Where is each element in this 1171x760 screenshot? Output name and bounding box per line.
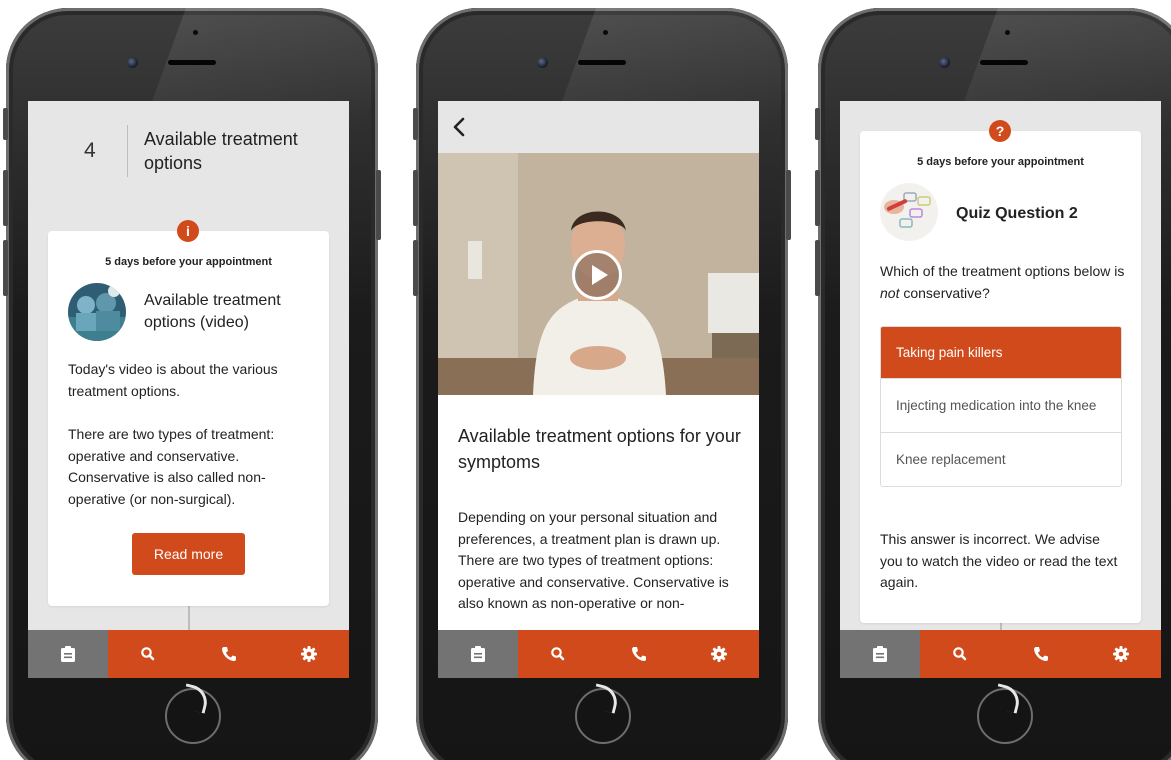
nav-phone[interactable] (1001, 630, 1081, 678)
video-player[interactable] (438, 153, 759, 395)
clipboard-icon (61, 646, 76, 662)
side-button (815, 108, 820, 140)
nav-phone[interactable] (599, 630, 679, 678)
gear-icon (1112, 646, 1129, 662)
card-paragraph: Today's video is about the various treat… (68, 361, 278, 399)
article-title: Available treatment options for your sym… (458, 426, 741, 472)
nav-search[interactable] (518, 630, 598, 678)
bottom-nav (28, 630, 349, 678)
nav-settings[interactable] (269, 630, 349, 678)
side-button (413, 240, 418, 296)
phone-frame-2: Available treatment options for your sym… (413, 8, 791, 760)
clipboard-icon (471, 646, 486, 662)
chevron-left-icon[interactable] (448, 115, 472, 139)
answer-feedback: This answer is incorrect. We advise you … (880, 531, 1118, 590)
nav-search[interactable] (920, 630, 1000, 678)
article: Available treatment options for your sym… (438, 395, 759, 630)
nav-settings[interactable] (1081, 630, 1161, 678)
nav-phone[interactable] (189, 630, 269, 678)
home-button[interactable] (165, 688, 221, 744)
question-text: Which of the treatment options below is (880, 263, 1125, 279)
screen: 4 Available treatment options i 5 days b… (28, 101, 349, 678)
step-header: 4 Available treatment options (28, 101, 349, 201)
nav-search[interactable] (108, 630, 188, 678)
quiz-thumbnail (880, 183, 938, 241)
search-icon (141, 647, 155, 661)
search-icon (551, 647, 565, 661)
question-text: conservative? (899, 284, 990, 301)
gear-icon (300, 646, 317, 662)
side-button (3, 170, 8, 226)
step-divider (127, 125, 128, 177)
quiz-question: Which of the treatment options below is … (880, 261, 1130, 304)
nav-clipboard[interactable] (840, 630, 921, 678)
gear-icon (710, 646, 727, 662)
phone-frame-3: ? 5 days before your appointment Quiz Qu… (815, 8, 1171, 760)
quiz-heading: Quiz Question 2 (956, 205, 1078, 222)
phone-icon (221, 647, 236, 661)
quiz-card: ? 5 days before your appointment Quiz Qu… (860, 120, 1141, 623)
read-more-button[interactable]: Read more (132, 533, 245, 575)
answer-options: Taking pain killers Injecting medication… (880, 326, 1122, 487)
question-emphasis: not (880, 284, 900, 301)
front-camera (127, 57, 138, 68)
play-icon[interactable] (572, 250, 622, 300)
question-icon: ? (989, 120, 1011, 142)
card-date: 5 days before your appointment (917, 156, 1084, 168)
side-button (815, 240, 820, 296)
sensor-dot (603, 30, 608, 35)
screen: ? 5 days before your appointment Quiz Qu… (840, 101, 1161, 678)
search-icon (953, 647, 967, 661)
card-paragraph: There are two types of treatment: operat… (68, 426, 275, 507)
side-button (413, 108, 418, 140)
bottom-nav (840, 630, 1161, 678)
top-bar (438, 101, 759, 153)
home-button[interactable] (575, 688, 631, 744)
answer-option[interactable]: Injecting medication into the knee (881, 379, 1121, 433)
sensor-dot (193, 30, 198, 35)
screen: Available treatment options for your sym… (438, 101, 759, 678)
card-date: 5 days before your appointment (105, 256, 272, 268)
phone-icon (1033, 647, 1048, 661)
side-button (786, 170, 791, 240)
side-button (3, 108, 8, 140)
earpiece-speaker (578, 60, 626, 65)
earpiece-speaker (980, 60, 1028, 65)
side-button (413, 170, 418, 226)
card-heading: Available treatment options (video) (144, 292, 281, 331)
front-camera (537, 57, 548, 68)
step-title: Available treatment options (144, 129, 298, 173)
nav-settings[interactable] (679, 630, 759, 678)
side-button (815, 170, 820, 226)
earpiece-speaker (168, 60, 216, 65)
sensor-dot (1005, 30, 1010, 35)
front-camera (939, 57, 950, 68)
home-button[interactable] (977, 688, 1033, 744)
phone-icon (631, 647, 646, 661)
answer-option[interactable]: Knee replacement (881, 433, 1121, 486)
nav-clipboard[interactable] (438, 630, 519, 678)
answer-option-selected[interactable]: Taking pain killers (881, 327, 1121, 379)
clipboard-icon (873, 646, 888, 662)
info-icon: i (177, 220, 199, 242)
surgery-thumbnail (68, 283, 126, 341)
step-number: 4 (84, 139, 96, 162)
side-button (376, 170, 381, 240)
article-body: Depending on your personal situation and… (458, 509, 729, 611)
timeline-card[interactable]: i 5 days before your appointment Availab… (48, 220, 329, 606)
nav-clipboard[interactable] (28, 630, 109, 678)
bottom-nav (438, 630, 759, 678)
side-button (3, 240, 8, 296)
phone-frame-1: 4 Available treatment options i 5 days b… (3, 8, 381, 760)
